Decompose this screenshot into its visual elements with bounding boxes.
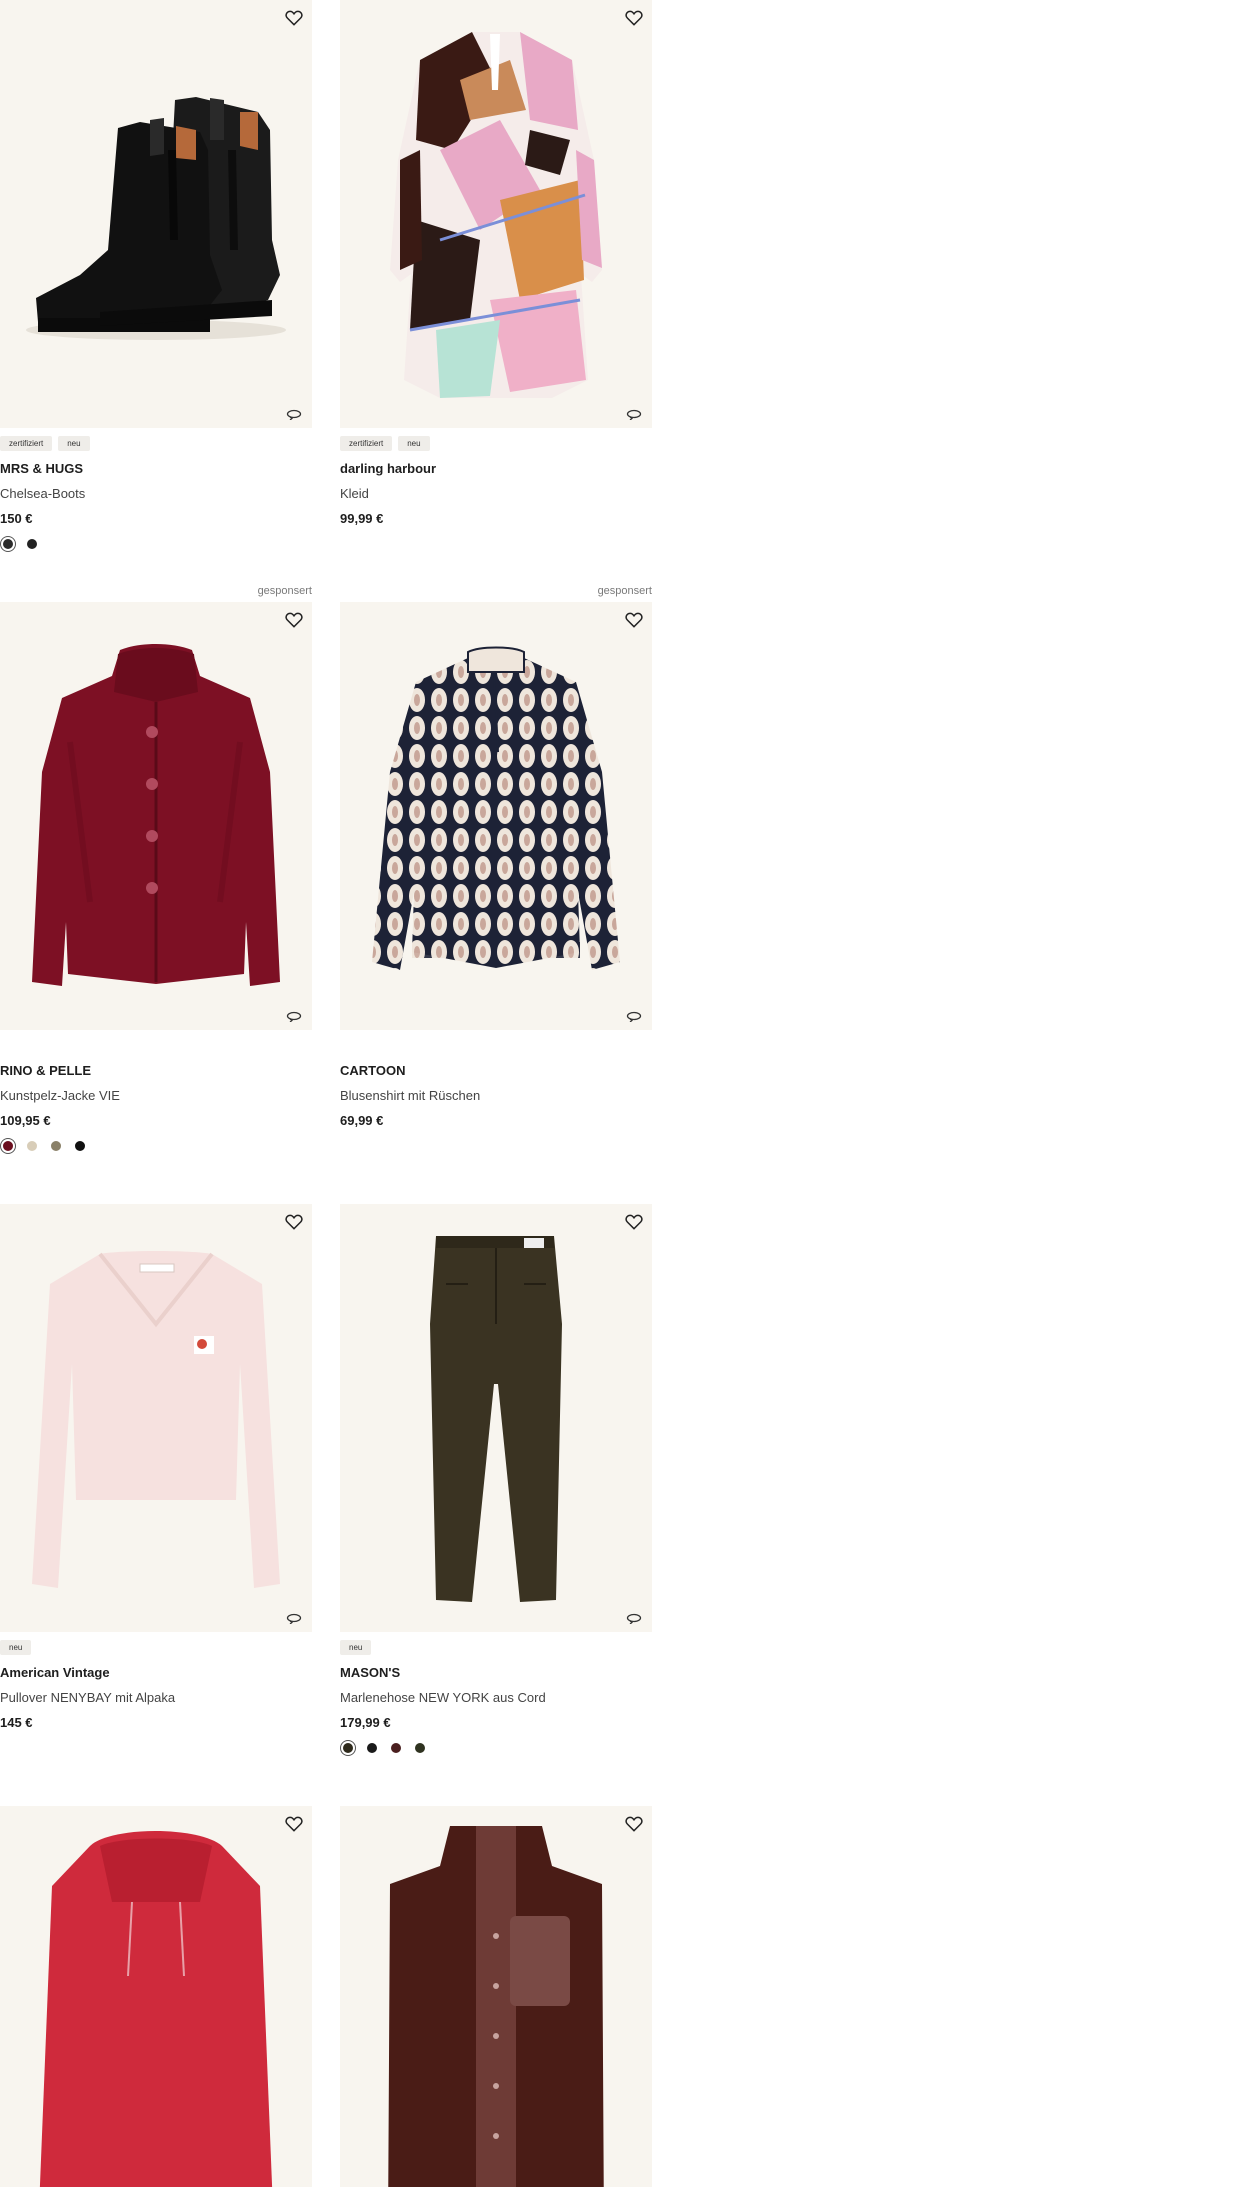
product-card[interactable]: gesponsert CARTOON Blusenshirt mit Rüsch… bbox=[340, 585, 652, 1129]
product-name[interactable]: Kunstpelz-Jacke VIE bbox=[0, 1088, 312, 1104]
new-badge: neu bbox=[0, 1640, 32, 1655]
certified-badge: zertifiziert bbox=[340, 436, 393, 451]
product-card[interactable] bbox=[340, 1806, 652, 2187]
color-swatch[interactable] bbox=[415, 1743, 425, 1753]
red-hoodie-image bbox=[39, 1831, 273, 2187]
color-swatch[interactable] bbox=[51, 1141, 61, 1151]
product-price: 179,99 € bbox=[340, 1715, 391, 1730]
product-card[interactable]: gesponsert RINO & PELLE Kunstpelz-Jacke … bbox=[0, 585, 312, 1153]
product-name[interactable]: Kleid bbox=[340, 486, 652, 502]
heart-icon[interactable] bbox=[624, 1212, 644, 1232]
badge-list: neu bbox=[0, 1640, 312, 1655]
product-image[interactable] bbox=[340, 602, 652, 1030]
color-swatches bbox=[0, 537, 312, 551]
product-name[interactable]: Blusenshirt mit Rüschen bbox=[340, 1088, 652, 1104]
color-swatch[interactable] bbox=[75, 1141, 85, 1151]
product-price: 145 € bbox=[0, 1715, 33, 1730]
badge-list bbox=[0, 1038, 312, 1053]
badge-list: zertifiziert neu bbox=[0, 436, 312, 451]
color-swatch[interactable] bbox=[391, 1743, 401, 1753]
color-swatch[interactable] bbox=[27, 539, 37, 549]
heart-icon[interactable] bbox=[284, 8, 304, 28]
color-swatches bbox=[0, 1139, 312, 1153]
product-price: 99,99 € bbox=[340, 511, 384, 526]
heart-icon[interactable] bbox=[624, 1814, 644, 1834]
product-price: 150 € bbox=[0, 511, 33, 526]
product-name[interactable]: Pullover NENYBAY mit Alpaka bbox=[0, 1690, 312, 1706]
360-view-icon[interactable] bbox=[626, 408, 642, 420]
product-brand[interactable]: American Vintage bbox=[0, 1665, 312, 1681]
color-swatch[interactable] bbox=[367, 1743, 377, 1753]
badge-list: neu bbox=[340, 1640, 652, 1655]
product-price: 109,95 € bbox=[0, 1113, 51, 1128]
product-card[interactable]: zertifiziert neu darling harbour Kleid 9… bbox=[340, 0, 652, 527]
360-view-icon[interactable] bbox=[286, 1612, 302, 1624]
product-name[interactable]: Marlenehose NEW YORK aus Cord bbox=[340, 1690, 652, 1706]
product-card[interactable]: zertifiziert neu MRS & HUGS Chelsea-Boot… bbox=[0, 0, 312, 551]
badge-list bbox=[340, 1038, 652, 1053]
color-swatches bbox=[340, 1741, 652, 1755]
360-view-icon[interactable] bbox=[286, 1010, 302, 1022]
product-image[interactable] bbox=[0, 1204, 312, 1632]
chelsea-boots-image bbox=[26, 97, 286, 340]
certified-badge: zertifiziert bbox=[0, 436, 53, 451]
product-image[interactable] bbox=[340, 1806, 652, 2187]
heart-icon[interactable] bbox=[624, 610, 644, 630]
new-badge: neu bbox=[340, 1640, 372, 1655]
product-brand[interactable]: darling harbour bbox=[340, 461, 652, 477]
color-swatch[interactable] bbox=[343, 1743, 353, 1753]
product-price: 69,99 € bbox=[340, 1113, 384, 1128]
pullover-image bbox=[32, 1251, 280, 1588]
heart-icon[interactable] bbox=[284, 1212, 304, 1232]
patterned-dress-image bbox=[390, 32, 602, 398]
color-swatch[interactable] bbox=[3, 1141, 13, 1151]
product-image[interactable] bbox=[340, 1204, 652, 1632]
new-badge: neu bbox=[58, 436, 90, 451]
color-swatch[interactable] bbox=[3, 539, 13, 549]
faux-fur-jacket-image bbox=[32, 644, 280, 986]
product-image[interactable] bbox=[340, 0, 652, 428]
360-view-icon[interactable] bbox=[286, 408, 302, 420]
fleece-vest-image bbox=[388, 1826, 604, 2187]
sponsored-label: gesponsert bbox=[257, 585, 312, 597]
product-brand[interactable]: MRS & HUGS bbox=[0, 461, 312, 477]
product-brand[interactable]: MASON'S bbox=[340, 1665, 652, 1681]
product-image[interactable] bbox=[0, 602, 312, 1030]
product-brand[interactable]: CARTOON bbox=[340, 1063, 652, 1079]
product-image[interactable] bbox=[0, 0, 312, 428]
heart-icon[interactable] bbox=[284, 610, 304, 630]
product-brand[interactable]: RINO & PELLE bbox=[0, 1063, 312, 1079]
badge-list: zertifiziert neu bbox=[340, 436, 652, 451]
360-view-icon[interactable] bbox=[626, 1010, 642, 1022]
sponsored-label: gesponsert bbox=[597, 585, 652, 597]
corduroy-trousers-image bbox=[430, 1236, 562, 1602]
new-badge: neu bbox=[398, 436, 430, 451]
ruffle-blouse-image bbox=[372, 646, 620, 970]
product-card[interactable]: neu American Vintage Pullover NENYBAY mi… bbox=[0, 1204, 312, 1731]
product-card[interactable]: neu MASON'S Marlenehose NEW YORK aus Cor… bbox=[340, 1204, 652, 1755]
360-view-icon[interactable] bbox=[626, 1612, 642, 1624]
product-image[interactable] bbox=[0, 1806, 312, 2187]
color-swatch[interactable] bbox=[27, 1141, 37, 1151]
product-card[interactable] bbox=[0, 1806, 312, 2187]
product-name[interactable]: Chelsea-Boots bbox=[0, 486, 312, 502]
heart-icon[interactable] bbox=[624, 8, 644, 28]
heart-icon[interactable] bbox=[284, 1814, 304, 1834]
